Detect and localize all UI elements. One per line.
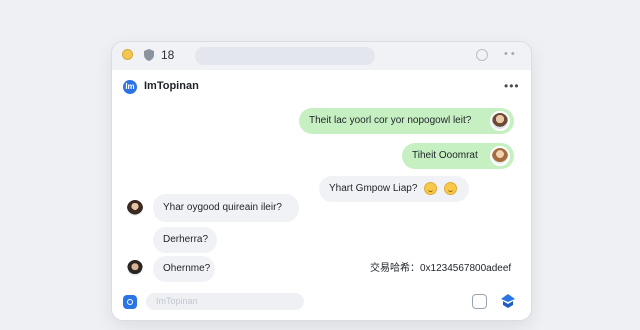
notification-count: 18 — [161, 48, 175, 62]
chat-header: Im ImTopinan ••• — [112, 70, 531, 100]
message-text: Theit lac yoorl cor yor nopogowl leit? — [309, 115, 472, 126]
message-bubble-incoming[interactable]: Ohernme? — [153, 256, 215, 282]
chat-window: 18 • • Im ImTopinan ••• Theit lac yoorl … — [111, 41, 532, 321]
message-text: Derherra? — [163, 234, 209, 245]
message-bubble-incoming[interactable]: Yhart Gmpow Liap? — [319, 176, 469, 202]
emoji-icon[interactable] — [476, 49, 488, 61]
more-options-icon[interactable]: ••• — [504, 79, 520, 93]
chat-title: ImTopinan — [144, 80, 199, 92]
message-bubble-outgoing[interactable]: Theit lac yoorl cor yor nopogowl leit? — [299, 108, 514, 134]
attach-icon[interactable] — [123, 295, 137, 309]
window-more-icon[interactable]: • • — [504, 48, 515, 60]
shield-icon — [144, 49, 154, 61]
sticker-icon[interactable] — [472, 294, 487, 309]
avatar[interactable] — [125, 198, 145, 218]
message-text: Tiheit Ooomrat — [412, 150, 478, 161]
chat-panel: Im ImTopinan ••• Theit lac yoorl cor yor… — [112, 70, 531, 320]
message-text: Ohernme? — [163, 263, 211, 274]
search-bar[interactable] — [195, 47, 375, 65]
avatar[interactable] — [490, 146, 510, 166]
message-input[interactable]: ImTopinan — [146, 293, 304, 310]
smile-emoji-icon — [443, 181, 457, 195]
smile-icon[interactable] — [122, 49, 133, 60]
smile-emoji-icon — [424, 181, 438, 195]
avatar[interactable] — [125, 258, 145, 278]
app-logo: Im — [123, 80, 137, 94]
send-icon[interactable] — [500, 293, 516, 309]
title-bar: 18 • • — [112, 42, 531, 70]
message-text: Yhart Gmpow Liap? — [329, 183, 418, 194]
message-bubble-incoming[interactable]: Yhar oygood quireain ileir? — [153, 194, 299, 222]
message-text: Yhar oygood quireain ileir? — [163, 202, 282, 213]
avatar[interactable] — [490, 111, 510, 131]
transaction-hash[interactable]: 交易哈希：0x1234567800adeef — [370, 259, 511, 274]
message-bubble-incoming[interactable]: Derherra? — [153, 227, 217, 253]
